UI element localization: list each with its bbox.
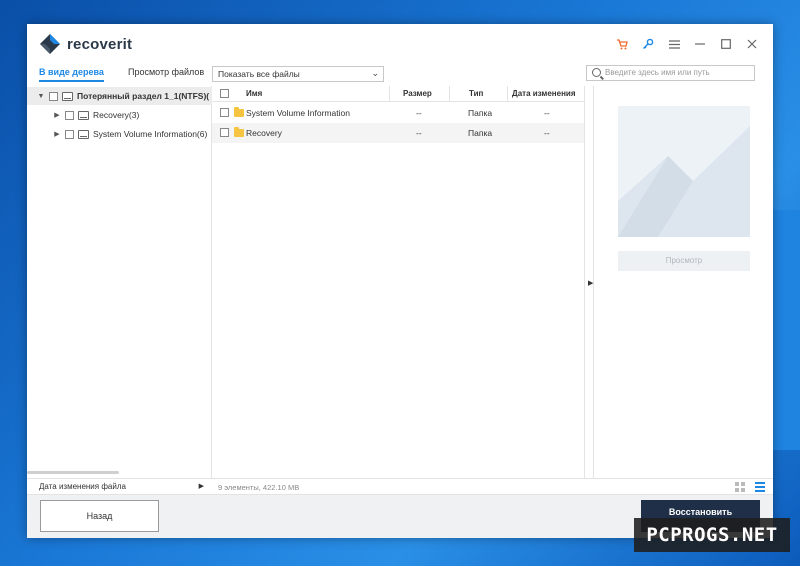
tab-file-view[interactable]: Просмотр файлов — [128, 67, 204, 77]
row-size: -- — [416, 128, 422, 138]
chevron-right-icon: ▶ — [198, 483, 204, 490]
tree-item-label: System Volume Information(6) — [93, 129, 208, 139]
sort-by-date-label: Дата изменения файла — [39, 482, 126, 491]
file-filter-value: Показать все файлы — [218, 69, 300, 79]
desktop-background-accent — [770, 210, 800, 450]
row-checkbox[interactable] — [220, 128, 229, 137]
preview-pane: Просмотр — [594, 86, 773, 478]
row-size: -- — [416, 108, 422, 118]
preview-splitter[interactable]: ▶ — [584, 86, 594, 478]
grid-view-icon[interactable] — [735, 482, 745, 492]
select-all-checkbox[interactable] — [220, 89, 229, 98]
app-logo-text: recoverit — [67, 35, 133, 53]
row-type: Папка — [468, 128, 493, 138]
file-filter-dropdown[interactable]: Показать все файлы ⌄ — [212, 66, 384, 82]
expand-preview-arrow-icon[interactable]: ▶ — [588, 279, 593, 287]
search-placeholder: Введите здесь имя или путь — [605, 68, 710, 77]
tree-item-checkbox[interactable] — [65, 110, 74, 120]
preview-button[interactable]: Просмотр — [618, 251, 750, 271]
column-header-type[interactable]: Тип — [469, 89, 483, 98]
file-list-pane: Имя Размер Тип Дата изменения System Vol… — [212, 86, 584, 478]
watermark: PCPROGS.NET — [634, 518, 790, 552]
tree-item-system-volume[interactable]: ▶ System Volume Information(6) — [27, 125, 212, 143]
row-date: -- — [544, 108, 550, 118]
row-date: -- — [544, 128, 550, 138]
expand-arrow-icon[interactable]: ▼ — [37, 93, 45, 100]
menu-icon[interactable] — [661, 36, 687, 52]
cart-icon[interactable] — [609, 36, 635, 52]
folder-tree-pane: ▼ Потерянный раздел 1_1(NTFS)( ▶ Recover… — [27, 86, 212, 478]
row-name: Recovery — [246, 128, 282, 138]
search-icon — [592, 68, 601, 77]
tree-root-checkbox[interactable] — [49, 91, 58, 101]
row-type: Папка — [468, 108, 493, 118]
folder-outline-icon — [78, 129, 89, 139]
search-input[interactable]: Введите здесь имя или путь — [586, 65, 755, 81]
tree-root-partition[interactable]: ▼ Потерянный раздел 1_1(NTFS)( — [27, 87, 212, 105]
recoverit-window: recoverit В виде дерева Просмотр файлов … — [27, 24, 773, 538]
tree-item-label: Recovery(3) — [93, 110, 140, 120]
app-logo: recoverit — [39, 33, 132, 55]
folder-outline-icon — [78, 110, 89, 120]
folder-icon — [234, 107, 244, 117]
drive-icon — [62, 91, 73, 101]
file-table-header: Имя Размер Тип Дата изменения — [212, 86, 584, 102]
row-checkbox[interactable] — [220, 108, 229, 117]
file-count-status: 9 элементы, 422.10 MB — [218, 483, 300, 492]
list-view-icon[interactable] — [755, 482, 765, 492]
maximize-icon[interactable] — [713, 36, 739, 52]
tree-item-checkbox[interactable] — [65, 129, 74, 139]
chevron-down-icon: ⌄ — [371, 68, 379, 78]
row-name: System Volume Information — [246, 108, 350, 118]
collapse-arrow-icon[interactable]: ▶ — [53, 111, 61, 119]
close-icon[interactable] — [739, 36, 765, 52]
back-button[interactable]: Назад — [40, 500, 159, 532]
file-status-bar: 9 элементы, 422.10 MB — [212, 478, 773, 494]
tree-item-recovery[interactable]: ▶ Recovery(3) — [27, 106, 212, 124]
collapse-arrow-icon[interactable]: ▶ — [53, 130, 61, 138]
sort-by-date-row[interactable]: Дата изменения файла ▶ — [27, 478, 212, 494]
column-header-name[interactable]: Имя — [246, 89, 262, 98]
tab-tree-view[interactable]: В виде дерева — [39, 67, 104, 82]
recoverit-logo-icon — [39, 33, 61, 55]
folder-icon — [234, 127, 244, 137]
column-header-date[interactable]: Дата изменения — [512, 89, 576, 98]
title-bar: recoverit — [27, 24, 773, 62]
column-header-size[interactable]: Размер — [403, 89, 432, 98]
key-icon[interactable] — [635, 36, 661, 52]
preview-placeholder-image — [618, 106, 750, 237]
toolbar: В виде дерева Просмотр файлов Показать в… — [27, 62, 773, 86]
minimize-icon[interactable] — [687, 36, 713, 52]
table-row[interactable]: Recovery -- Папка -- — [212, 123, 584, 143]
horizontal-scrollbar[interactable] — [27, 471, 119, 474]
tree-root-label: Потерянный раздел 1_1(NTFS)( — [77, 91, 210, 101]
table-row[interactable]: System Volume Information -- Папка -- — [212, 103, 584, 123]
